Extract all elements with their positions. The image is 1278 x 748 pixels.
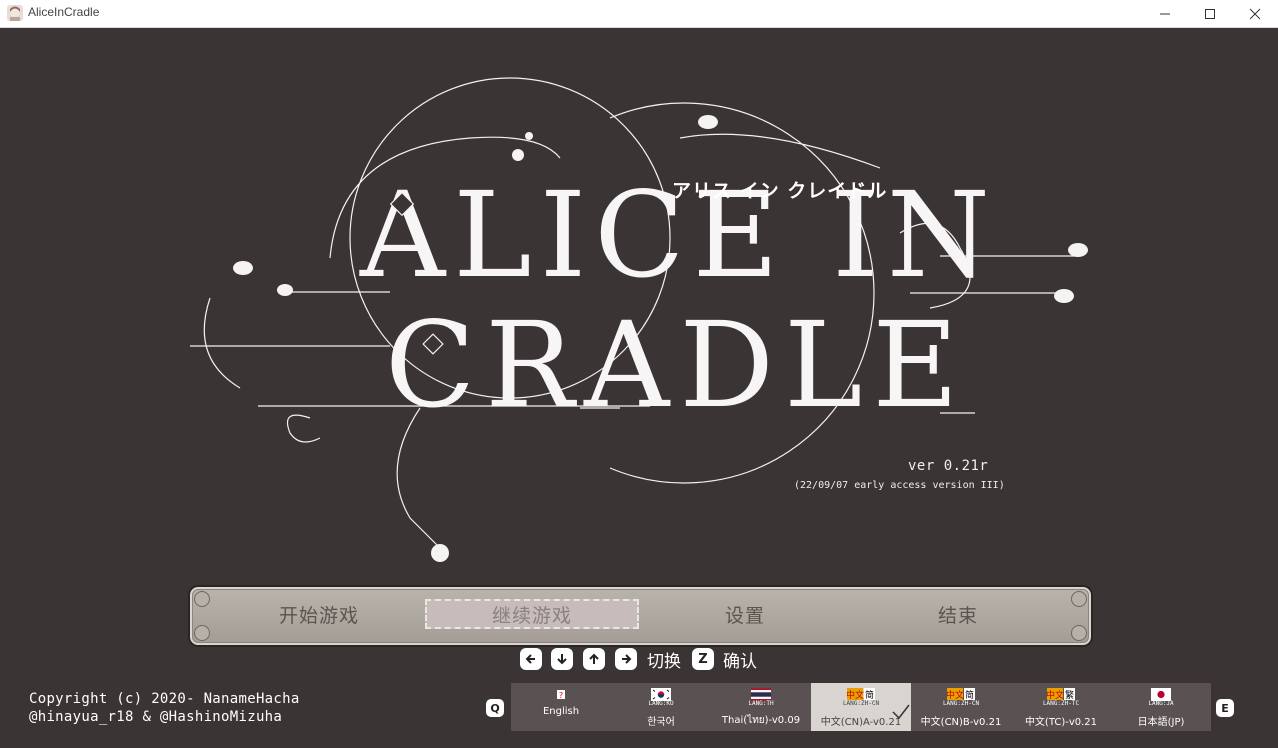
arrow-down-icon <box>551 648 573 670</box>
menu-settings[interactable]: 设置 <box>638 599 852 629</box>
maximize-icon <box>1205 8 1215 19</box>
korea-flag-icon <box>651 686 671 701</box>
chinese-traditional-badge-icon: 中文繁 <box>1046 686 1075 701</box>
lang-name: 日本語(JP) <box>1137 717 1185 728</box>
maximize-button[interactable] <box>1187 0 1233 27</box>
lang-code: LANG:ZH-CN <box>942 700 980 707</box>
switch-hint-label: 切换 <box>647 652 681 672</box>
menu-corner-ornament <box>1071 625 1087 641</box>
lang-code: LANG:JA <box>1148 700 1174 707</box>
lang-item-english[interactable]: ? English <box>511 683 611 731</box>
copyright-line-2: @hinayua_r18 & @HashinoMizuha <box>29 709 283 725</box>
svg-text:CRADLE: CRADLE <box>385 296 968 434</box>
lang-item-japanese[interactable]: LANG:JA 日本語(JP) <box>1111 683 1211 731</box>
lang-name: English <box>542 706 580 717</box>
lang-item-korean[interactable]: LANG:KO 한국어 <box>611 683 711 731</box>
lang-name: Thai(ไทย)-v0.09 <box>721 715 801 726</box>
z-key-icon: Z <box>692 648 714 670</box>
main-menu: 开始游戏 继续游戏 设置 结束 <box>190 587 1091 645</box>
copyright-line-1: Copyright (c) 2020- NanameHacha <box>29 691 300 707</box>
checkmark-icon <box>892 704 910 720</box>
menu-continue-game[interactable]: 继续游戏 <box>425 599 639 629</box>
minimize-button[interactable] <box>1142 0 1188 27</box>
lang-item-chinese-tc[interactable]: 中文繁 LANG:ZH-TC 中文(TC)-v0.21 <box>1011 683 1111 731</box>
svg-text:?: ? <box>559 691 563 700</box>
lang-item-thai[interactable]: LANG:TH Thai(ไทย)-v0.09 <box>711 683 811 731</box>
e-key-icon[interactable]: E <box>1216 699 1234 717</box>
logo-katakana: アリス イン クレイドル <box>672 180 888 202</box>
lang-code: LANG:KO <box>648 700 674 707</box>
version-subtitle: (22/09/07 early access version III) <box>794 480 1005 491</box>
lang-name: 中文(CN)B-v0.21 <box>920 717 1002 728</box>
arrow-left-icon <box>520 648 542 670</box>
close-button[interactable] <box>1232 0 1278 27</box>
menu-start-game[interactable]: 开始游戏 <box>212 599 426 629</box>
lang-item-chinese-cn-b[interactable]: 中文简 LANG:ZH-CN 中文(CN)B-v0.21 <box>911 683 1011 731</box>
window-titlebar: AliceInCradle <box>0 0 1278 28</box>
q-key-icon[interactable]: Q <box>486 699 504 717</box>
menu-corner-ornament <box>194 591 210 607</box>
minimize-icon <box>1160 13 1170 14</box>
menu-quit[interactable]: 结束 <box>851 599 1065 629</box>
japan-flag-icon <box>1151 686 1171 701</box>
lang-name: 中文(TC)-v0.21 <box>1024 717 1098 728</box>
copyright-text: Copyright (c) 2020- NanameHacha @hinayua… <box>29 690 300 726</box>
chinese-simplified-badge-icon: 中文简 <box>946 686 975 701</box>
app-icon <box>7 5 23 21</box>
arrow-right-icon <box>615 648 637 670</box>
chinese-simplified-badge-icon: 中文简 <box>846 686 875 701</box>
lang-name: 한국어 <box>647 717 675 728</box>
arrow-up-icon <box>583 648 605 670</box>
unknown-flag-icon: ? <box>551 686 571 700</box>
window-title: AliceInCradle <box>28 5 100 19</box>
confirm-hint-label: 确认 <box>723 652 757 672</box>
lang-code: LANG:ZH-TC <box>1042 700 1080 707</box>
menu-corner-ornament <box>194 625 210 641</box>
version-label: ver 0.21r <box>908 458 989 474</box>
close-icon <box>1249 8 1261 19</box>
language-selector: ? English LANG:KO 한국어 LANG:TH Thai(ไทย)-… <box>511 683 1211 731</box>
thailand-flag-icon <box>751 686 771 701</box>
lang-code: LANG:TH <box>748 700 774 707</box>
menu-corner-ornament <box>1071 591 1087 607</box>
lang-item-chinese-cn-a[interactable]: 中文简 LANG:ZH-CN 中文(CN)A-v0.21 <box>811 683 911 731</box>
